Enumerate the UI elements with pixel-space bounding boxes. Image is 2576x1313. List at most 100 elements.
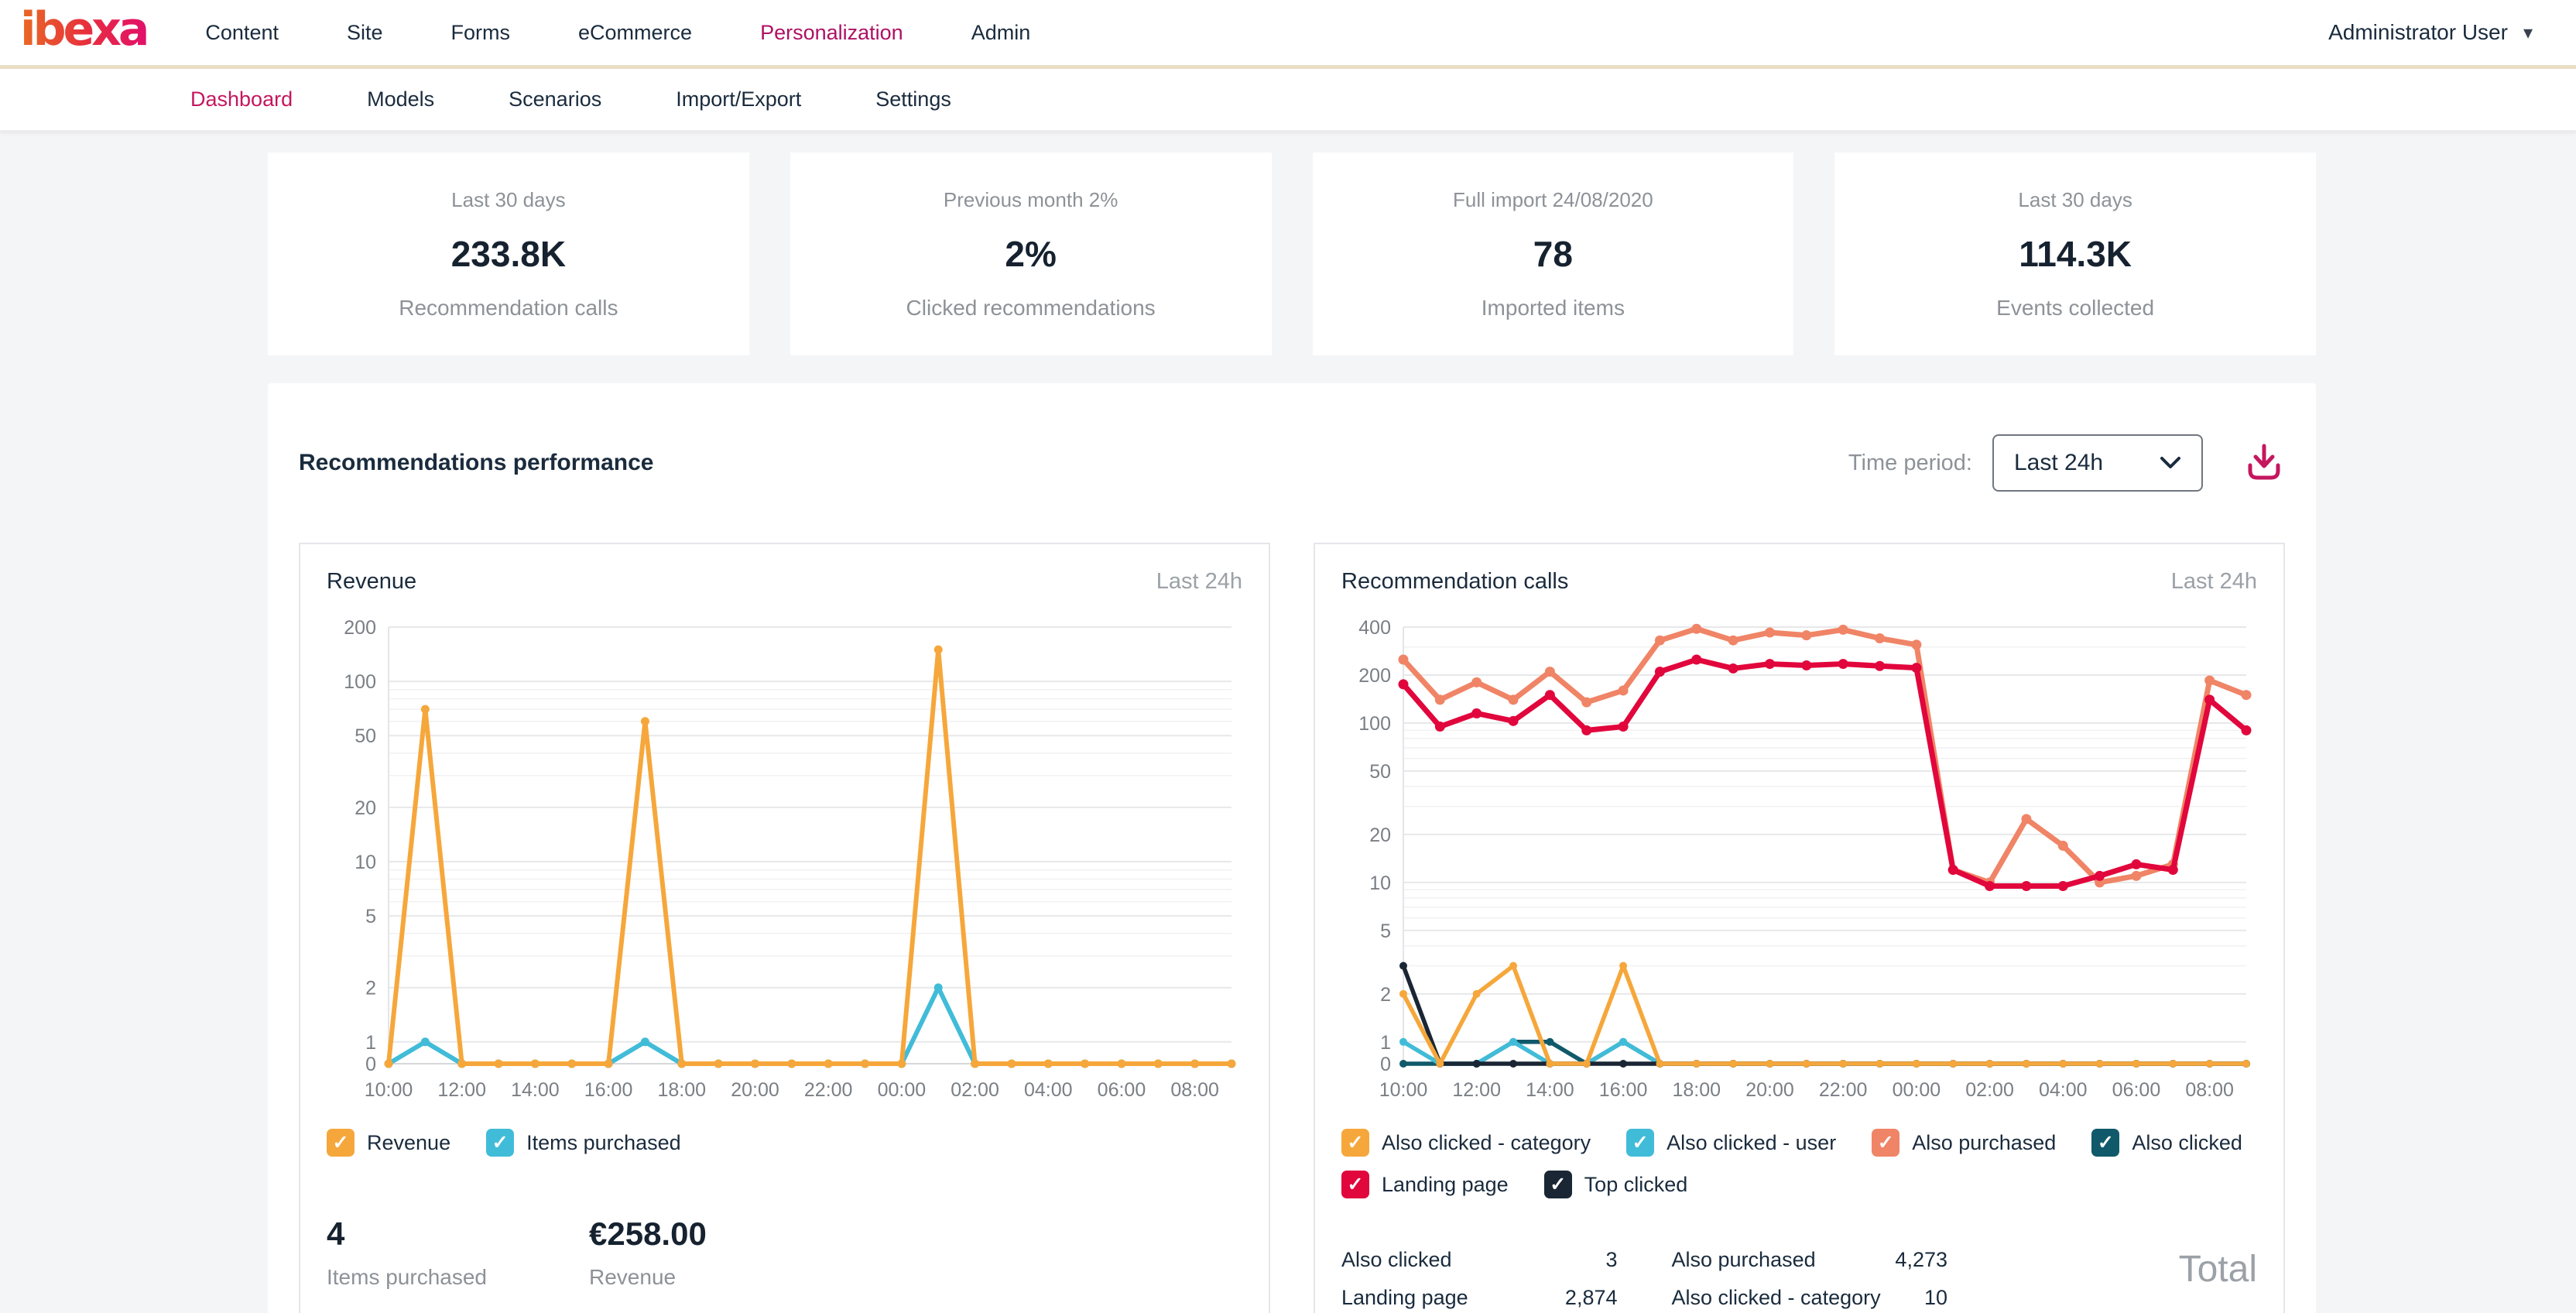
time-period-select[interactable]: Last 24h (1992, 434, 2203, 492)
summary-label: Also purchased (1672, 1248, 1816, 1272)
nav-item-forms[interactable]: Forms (451, 21, 511, 45)
stat-value: 78 (1533, 233, 1573, 275)
stat-period: Last 30 days (2018, 188, 2132, 212)
svg-text:20:00: 20:00 (1745, 1079, 1794, 1101)
stat-value: 233.8K (451, 233, 566, 275)
svg-text:00:00: 00:00 (1893, 1079, 1941, 1101)
legend-label: Also clicked - user (1667, 1131, 1836, 1155)
nav-item-personalization[interactable]: Personalization (760, 21, 903, 45)
legend-label: Items purchased (526, 1131, 681, 1155)
dashboard-content: Last 30 days 233.8K Recommendation calls… (0, 132, 2576, 1313)
svg-text:50: 50 (1369, 761, 1391, 783)
checkbox-checked-icon[interactable]: ✓ (486, 1129, 514, 1157)
main-nav: Content Site Forms eCommerce Personaliza… (205, 21, 1030, 45)
nav-item-admin[interactable]: Admin (971, 21, 1031, 45)
checkbox-checked-icon[interactable]: ✓ (2091, 1129, 2119, 1157)
revenue-line-chart: 200100502010521010:0012:0014:0016:0018:0… (327, 613, 1242, 1109)
chart-title: Recommendation calls (1341, 569, 1568, 595)
svg-text:04:00: 04:00 (1024, 1079, 1073, 1101)
summary-row: Also clicked 3 (1341, 1248, 1618, 1272)
svg-text:100: 100 (1358, 713, 1391, 735)
nav-item-ecommerce[interactable]: eCommerce (578, 21, 692, 45)
subnav-item-models[interactable]: Models (367, 87, 434, 111)
svg-text:20:00: 20:00 (731, 1079, 779, 1101)
svg-text:18:00: 18:00 (658, 1079, 707, 1101)
summary-label: Revenue (589, 1265, 707, 1290)
summary-label: Also clicked (1341, 1248, 1452, 1272)
svg-text:100: 100 (344, 671, 376, 693)
user-menu[interactable]: Administrator User ▾ (2328, 20, 2533, 45)
download-icon (2243, 441, 2285, 483)
stat-card-recommendation-calls: Last 30 days 233.8K Recommendation calls (268, 153, 749, 355)
subnav-item-settings[interactable]: Settings (875, 87, 951, 111)
summary-value: €258.00 (589, 1215, 707, 1253)
legend-item-items-purchased[interactable]: ✓ Items purchased (486, 1129, 681, 1157)
svg-text:06:00: 06:00 (2112, 1079, 2161, 1101)
chart-range: Last 24h (1156, 569, 1242, 595)
svg-text:12:00: 12:00 (1452, 1079, 1501, 1101)
svg-text:10:00: 10:00 (365, 1079, 413, 1101)
legend-label: Landing page (1382, 1173, 1509, 1197)
svg-text:10: 10 (1369, 872, 1391, 894)
legend-item-also-clicked-user[interactable]: ✓ Also clicked - user (1626, 1129, 1836, 1157)
stat-label: Imported items (1482, 296, 1625, 321)
svg-text:0: 0 (365, 1054, 376, 1075)
stat-value: 2% (1005, 233, 1056, 275)
summary-value: 10 (1924, 1286, 1947, 1310)
summary-value: 4,273 (1895, 1248, 1947, 1272)
checkbox-checked-icon[interactable]: ✓ (327, 1129, 355, 1157)
svg-text:50: 50 (355, 725, 376, 747)
download-button[interactable] (2243, 441, 2285, 485)
checkbox-checked-icon[interactable]: ✓ (1626, 1129, 1654, 1157)
checkbox-checked-icon[interactable]: ✓ (1341, 1171, 1369, 1198)
svg-text:200: 200 (344, 617, 376, 639)
revenue-summary: 4 Items purchased €258.00 Revenue (327, 1215, 1242, 1290)
svg-text:200: 200 (1358, 665, 1391, 687)
stat-period: Full import 24/08/2020 (1453, 188, 1653, 212)
svg-text:02:00: 02:00 (1965, 1079, 2014, 1101)
subnav-item-dashboard[interactable]: Dashboard (190, 87, 293, 111)
subnav-item-scenarios[interactable]: Scenarios (509, 87, 601, 111)
nav-item-content[interactable]: Content (205, 21, 279, 45)
legend-item-also-clicked-category[interactable]: ✓ Also clicked - category (1341, 1129, 1591, 1157)
caret-down-icon: ▾ (2523, 22, 2533, 44)
legend-label: Top clicked (1584, 1173, 1688, 1197)
svg-text:20: 20 (1369, 824, 1391, 846)
legend-item-revenue[interactable]: ✓ Revenue (327, 1129, 450, 1157)
checkbox-checked-icon[interactable]: ✓ (1544, 1171, 1572, 1198)
summary-column-2: Also purchased 4,273 Also clicked - cate… (1672, 1248, 1948, 1313)
svg-text:10:00: 10:00 (1379, 1079, 1428, 1101)
svg-text:10: 10 (355, 852, 376, 873)
svg-text:2: 2 (365, 978, 376, 999)
revenue-chart-panel: Revenue Last 24h 200100502010521010:0012… (299, 543, 1270, 1313)
time-period-value: Last 24h (2014, 450, 2103, 476)
summary-value: 4 (327, 1215, 487, 1253)
svg-text:14:00: 14:00 (1526, 1079, 1574, 1101)
summary-items-purchased: 4 Items purchased (327, 1215, 487, 1290)
legend-item-also-clicked[interactable]: ✓ Also clicked (2091, 1129, 2242, 1157)
user-name: Administrator User (2328, 20, 2508, 45)
legend-label: Revenue (367, 1131, 450, 1155)
summary-column-1: Also clicked 3 Landing page 2,874 Also c… (1341, 1248, 1618, 1313)
checkbox-checked-icon[interactable]: ✓ (1341, 1129, 1369, 1157)
chart-title: Revenue (327, 569, 416, 595)
nav-item-site[interactable]: Site (347, 21, 383, 45)
svg-text:1: 1 (1380, 1032, 1391, 1054)
total-label: Total (2002, 1248, 2257, 1291)
svg-text:06:00: 06:00 (1098, 1079, 1146, 1101)
legend-item-also-purchased[interactable]: ✓ Also purchased (1872, 1129, 2056, 1157)
summary-value: 2,874 (1565, 1286, 1618, 1310)
summary-label: Landing page (1341, 1286, 1468, 1310)
checkbox-checked-icon[interactable]: ✓ (1872, 1129, 1899, 1157)
legend-item-landing-page[interactable]: ✓ Landing page (1341, 1171, 1509, 1198)
subnav-item-import-export[interactable]: Import/Export (676, 87, 801, 111)
recommendations-performance-section: Recommendations performance Time period:… (268, 383, 2316, 1313)
section-title: Recommendations performance (299, 450, 653, 476)
total-block: Total 7,166 (2002, 1248, 2257, 1313)
svg-text:20: 20 (355, 797, 376, 819)
svg-text:08:00: 08:00 (2185, 1079, 2234, 1101)
legend-item-top-clicked[interactable]: ✓ Top clicked (1544, 1171, 1688, 1198)
revenue-legend: ✓ Revenue ✓ Items purchased (327, 1129, 1242, 1157)
svg-text:16:00: 16:00 (584, 1079, 633, 1101)
main-header: ibexa Content Site Forms eCommerce Perso… (0, 0, 2576, 65)
